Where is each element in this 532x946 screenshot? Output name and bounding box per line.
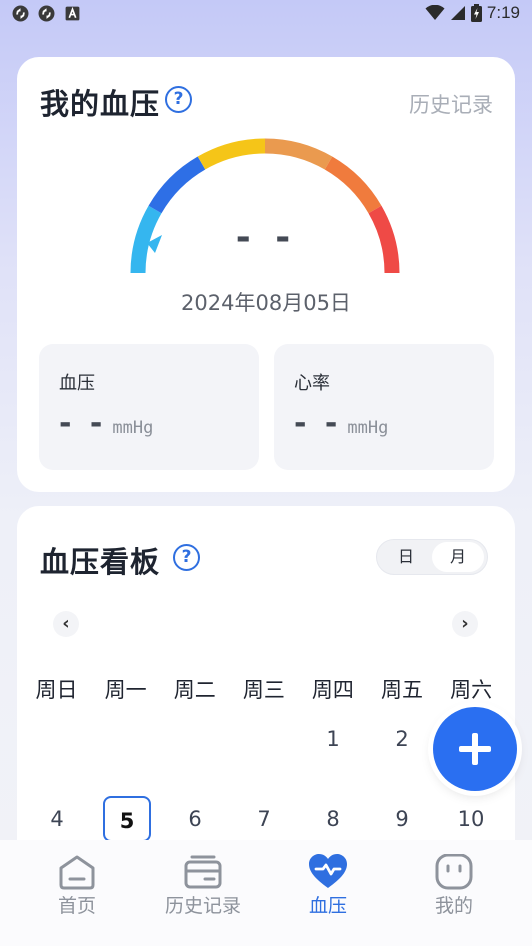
weekday: 周日 [35, 678, 78, 702]
blood-pressure-tile[interactable]: 血压 - - mmHg [39, 344, 259, 470]
nav-item-history[interactable]: 历史记录 [148, 854, 258, 918]
heart-rate-unit: mmHg [347, 418, 389, 438]
nav-label: 血压 [308, 895, 347, 917]
nav-label: 我的 [434, 895, 473, 917]
calendar-day[interactable]: 2 [378, 716, 426, 762]
calendar-day[interactable]: 1 [309, 716, 357, 762]
heart-rate-tile[interactable]: 心率 - - mmHg [274, 344, 494, 470]
weekday: 周三 [242, 678, 285, 702]
weekday: 周六 [450, 678, 493, 702]
home-icon [59, 855, 95, 890]
history-link[interactable]: 历史记录 [409, 89, 493, 119]
calendar-day[interactable]: 9 [378, 796, 426, 842]
gauge-segment [324, 156, 382, 214]
heart-rate-value: - - [294, 406, 342, 441]
nav-label: 首页 [57, 895, 96, 917]
blood-pressure-value: - - [59, 406, 107, 441]
help-icon[interactable]: ? [165, 86, 192, 113]
prev-month-button[interactable]: ‹ [53, 611, 79, 637]
calendar-day[interactable]: 4 [33, 796, 81, 842]
calendar-day[interactable]: 6 [171, 796, 219, 842]
board-title: 血压看板 [40, 545, 161, 579]
calendar-day-today[interactable]: 5 [103, 796, 151, 842]
toggle-day[interactable]: 日 [380, 542, 432, 572]
blood-pressure-card: 我的血压 ? 历史记录 - - 2024年08月05日 血压 - - mmHg … [17, 57, 515, 492]
bp-gauge [130, 138, 400, 274]
battery-icon [470, 4, 482, 22]
blood-pressure-unit: mmHg [112, 418, 154, 438]
calendar-week-2: 4 5 6 7 8 9 10 [22, 796, 510, 846]
toggle-month[interactable]: 月 [432, 542, 484, 572]
heart-pulse-icon [309, 854, 347, 888]
card-title: 我的血压 [40, 87, 161, 121]
gauge-segment [148, 156, 206, 214]
calendar-day[interactable]: 10 [447, 796, 495, 842]
weekday: 周一 [104, 678, 147, 702]
bottom-nav: 首页 历史记录 血压 我的 [0, 840, 532, 946]
heart-rate-label: 心率 [294, 373, 330, 394]
history-icon [184, 855, 222, 889]
status-bar: 7:19 [0, 0, 532, 28]
weekday: 周四 [311, 678, 354, 702]
measurement-date: 2024年08月05日 [181, 291, 351, 315]
clock-time: 7:19 [486, 3, 520, 22]
nav-item-profile[interactable]: 我的 [399, 854, 509, 918]
day-month-toggle: 日 月 [376, 539, 488, 575]
help-icon[interactable]: ? [173, 544, 200, 571]
gauge-segment [264, 138, 333, 170]
nav-item-blood-pressure[interactable]: 血压 [273, 854, 383, 918]
weekday-header: 周日 周一 周二 周三 周四 周五 周六 [22, 674, 510, 704]
weekday: 周五 [381, 678, 424, 702]
weekday: 周二 [173, 678, 216, 702]
add-record-button[interactable] [433, 707, 517, 791]
app-a-icon [65, 6, 80, 21]
sync-icon [38, 5, 55, 22]
blood-pressure-label: 血压 [59, 373, 95, 394]
gauge-segment [197, 138, 266, 170]
nav-label: 历史记录 [164, 895, 241, 917]
profile-icon [435, 854, 473, 890]
nav-item-home[interactable]: 首页 [22, 854, 132, 918]
wifi-icon [425, 5, 445, 20]
next-month-button[interactable]: › [452, 611, 478, 637]
gauge-value: - - [235, 217, 297, 258]
calendar-day[interactable]: 8 [309, 796, 357, 842]
sync-icon [12, 5, 29, 22]
calendar-day[interactable]: 7 [240, 796, 288, 842]
signal-icon [450, 6, 465, 20]
